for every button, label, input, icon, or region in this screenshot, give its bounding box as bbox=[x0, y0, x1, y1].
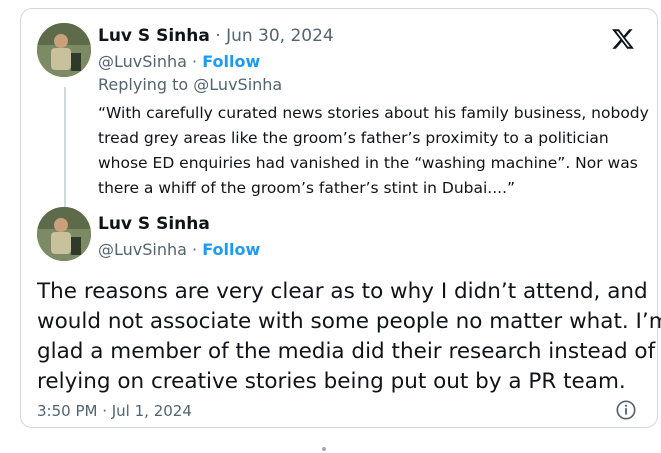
avatar[interactable] bbox=[37, 23, 91, 77]
parent-text-line: there a whiff of the groom’s father’s st… bbox=[98, 179, 516, 197]
separator-dot: · bbox=[192, 52, 198, 71]
avatar[interactable] bbox=[37, 207, 91, 261]
x-logo-icon[interactable] bbox=[611, 27, 635, 51]
author-handle[interactable]: @LuvSinha bbox=[98, 52, 187, 71]
reply-tweet-text: The reasons are very clear as to why I d… bbox=[37, 277, 661, 397]
handle-line: @LuvSinha · Follow bbox=[98, 52, 260, 71]
author-name[interactable]: Luv S Sinha bbox=[98, 214, 210, 234]
author-line: Luv S Sinha bbox=[98, 214, 210, 234]
reply-text-line: The reasons are very clear as to why I d… bbox=[37, 279, 648, 304]
author-handle[interactable]: @LuvSinha bbox=[98, 240, 187, 259]
tweet-date[interactable]: · Jun 30, 2024 bbox=[215, 26, 333, 46]
thread-connector bbox=[64, 87, 66, 211]
parent-text-line: tread grey areas like the groom’s father… bbox=[98, 129, 609, 147]
handle-line: @LuvSinha · Follow bbox=[98, 240, 260, 259]
parent-tweet-text: “With carefully curated news stories abo… bbox=[98, 101, 658, 201]
avatar-image bbox=[37, 207, 91, 261]
reply-text-line: relying on creative stories being put ou… bbox=[37, 369, 626, 394]
replying-to[interactable]: Replying to @LuvSinha bbox=[98, 75, 282, 94]
follow-button[interactable]: Follow bbox=[202, 52, 260, 71]
parent-text-line: whose ED enquiries had vanished in the “… bbox=[98, 154, 638, 172]
author-name[interactable]: Luv S Sinha bbox=[98, 26, 210, 46]
reply-text-line: would not associate with some people no … bbox=[37, 309, 661, 334]
author-line: Luv S Sinha · Jun 30, 2024 bbox=[98, 26, 334, 46]
parent-text-line: “With carefully curated news stories abo… bbox=[98, 104, 649, 122]
separator-dot: · bbox=[192, 240, 198, 259]
decorative-dot bbox=[322, 447, 326, 451]
reply-text-line: glad a member of the media did their res… bbox=[37, 339, 656, 364]
tweet-card: Luv S Sinha · Jun 30, 2024 @LuvSinha · F… bbox=[20, 8, 661, 428]
avatar-image bbox=[37, 23, 91, 77]
info-icon[interactable] bbox=[615, 399, 637, 421]
follow-button[interactable]: Follow bbox=[202, 240, 260, 259]
tweet-timestamp[interactable]: 3:50 PM · Jul 1, 2024 bbox=[37, 402, 192, 420]
